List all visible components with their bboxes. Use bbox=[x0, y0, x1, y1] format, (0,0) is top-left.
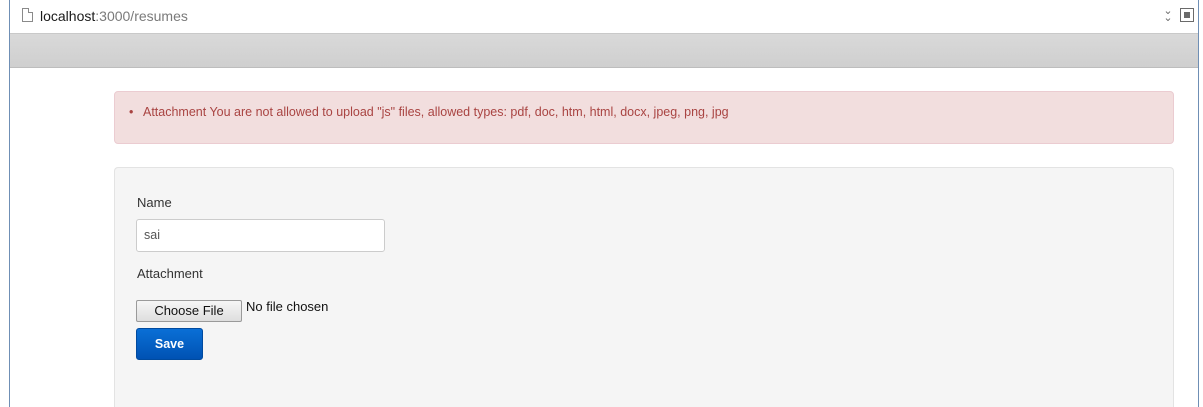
error-alert: Attachment You are not allowed to upload… bbox=[114, 91, 1174, 144]
browser-toolbar bbox=[10, 34, 1198, 68]
save-button[interactable]: Save bbox=[136, 328, 203, 360]
url-text[interactable]: localhost:3000/resumes bbox=[40, 8, 188, 24]
attachment-label: Attachment bbox=[137, 266, 203, 281]
window-frame-right bbox=[1198, 0, 1203, 407]
choose-file-button[interactable]: Choose File bbox=[136, 300, 242, 322]
url-host: localhost bbox=[40, 8, 96, 24]
no-file-chosen-text: No file chosen bbox=[246, 299, 329, 314]
alert-message: Attachment You are not allowed to upload… bbox=[129, 105, 729, 119]
address-bar[interactable]: localhost:3000/resumes ⌄ ⌄ bbox=[10, 0, 1198, 34]
url-path: :3000/resumes bbox=[95, 8, 188, 24]
name-label: Name bbox=[137, 195, 172, 210]
page-icon bbox=[22, 8, 33, 22]
resume-form: Name sai Attachment Choose File No file … bbox=[114, 167, 1174, 407]
double-chevron-icon[interactable]: ⌄ ⌄ bbox=[1160, 6, 1176, 24]
name-input[interactable]: sai bbox=[136, 219, 385, 252]
stop-icon[interactable] bbox=[1180, 8, 1194, 22]
address-bar-icons: ⌄ ⌄ bbox=[1160, 6, 1194, 24]
window-frame-left bbox=[0, 0, 10, 407]
